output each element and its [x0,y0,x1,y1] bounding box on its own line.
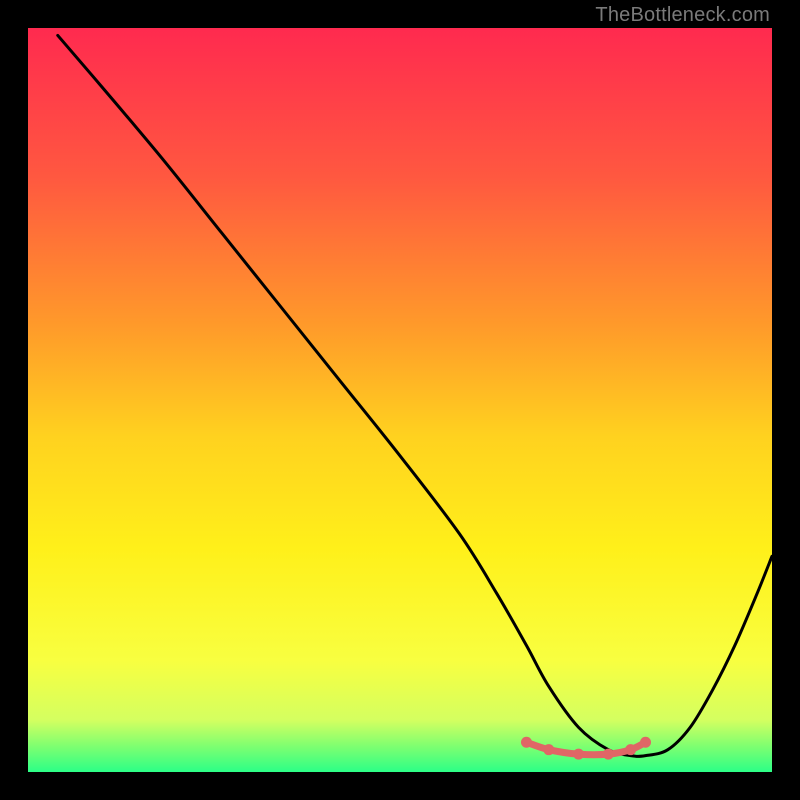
optimal-range-dot [603,749,614,760]
chart-frame [28,28,772,772]
optimal-range-dot [573,749,584,760]
optimal-range-dot [640,737,651,748]
optimal-range-dot [625,744,636,755]
watermark-text: TheBottleneck.com [595,4,770,27]
optimal-range-dot [543,744,554,755]
optimal-range-dot [521,737,532,748]
gradient-background [28,28,772,772]
bottleneck-chart [28,28,772,772]
